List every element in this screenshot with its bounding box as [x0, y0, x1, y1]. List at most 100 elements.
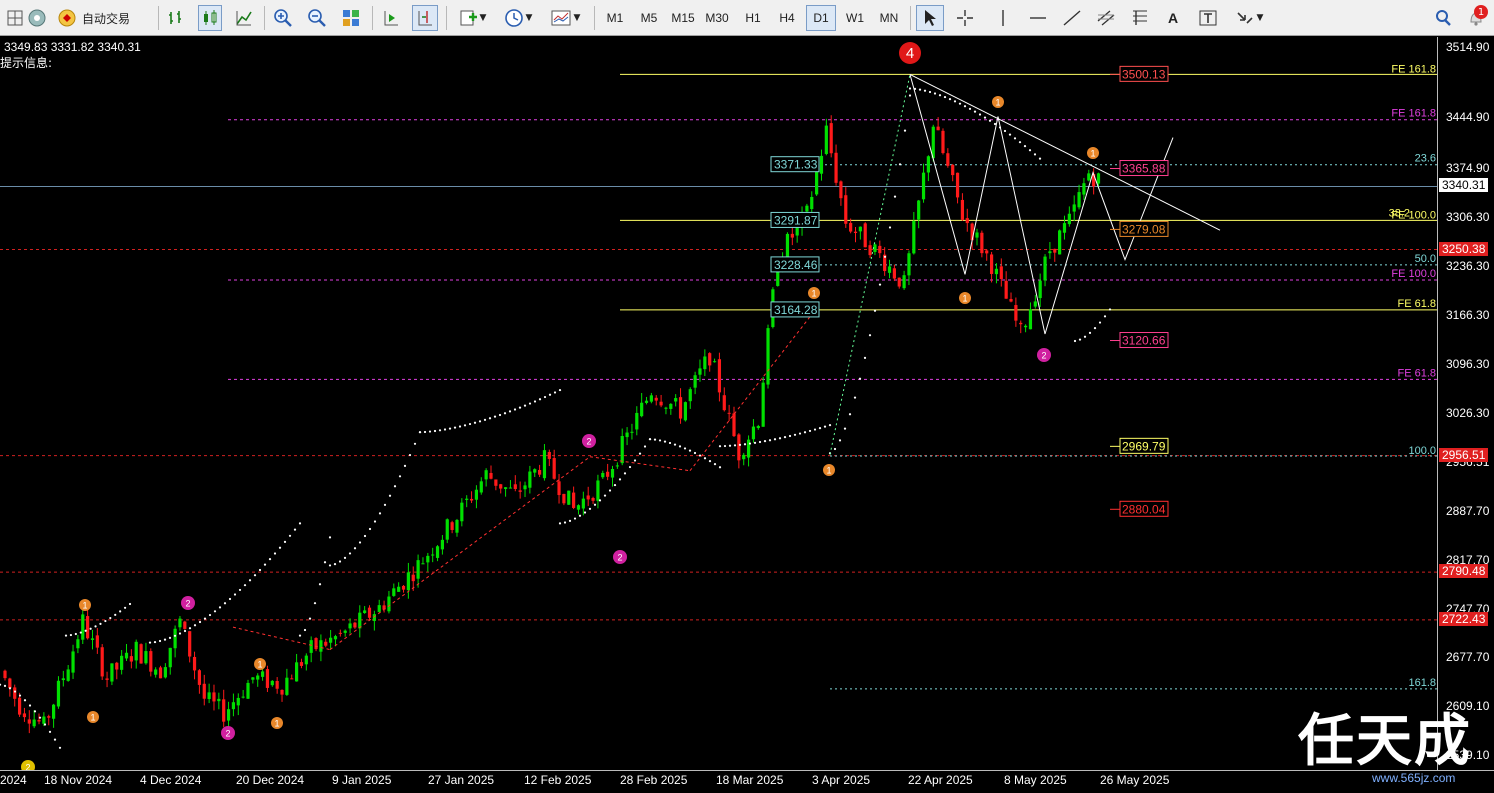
- candle-body: [445, 519, 449, 540]
- sar-dot: [583, 511, 587, 514]
- candle-body: [270, 680, 274, 686]
- candle-body: [37, 720, 41, 722]
- sar-dot: [603, 494, 607, 497]
- sar-dot: [58, 746, 62, 749]
- candle-body: [737, 434, 741, 461]
- sar-dot: [1033, 153, 1037, 156]
- candle-body: [231, 702, 236, 710]
- channel-icon[interactable]: [1092, 5, 1120, 31]
- price-chart[interactable]: 4 1 1 1 1 1 1 1 1 1 2 2 2 2 2 2 3371.33 3291.87 3228.46 316…: [0, 37, 1437, 774]
- search-icon[interactable]: [1430, 5, 1456, 31]
- periods-dropdown[interactable]: ▼: [498, 5, 538, 31]
- fibonacci-icon[interactable]: [1126, 5, 1154, 31]
- candle-body: [819, 155, 824, 174]
- sar-dot: [353, 547, 357, 550]
- timeframe-h1[interactable]: H1: [738, 5, 768, 31]
- candle-body: [358, 612, 362, 629]
- candlestick-icon[interactable]: [198, 5, 222, 31]
- candle-body: [173, 628, 177, 649]
- candle-body: [76, 639, 80, 649]
- candle-body: [955, 172, 960, 198]
- sar-dot: [728, 444, 732, 447]
- cursor-icon[interactable]: [916, 5, 944, 31]
- sar-dot: [608, 489, 612, 492]
- crosshair-icon[interactable]: [952, 5, 978, 31]
- notifications-button[interactable]: 1: [1462, 5, 1490, 31]
- candle-body: [557, 481, 561, 496]
- chart-shift-icon[interactable]: [412, 5, 438, 31]
- candle-body: [86, 616, 90, 639]
- candle-body: [192, 656, 197, 671]
- time-tick-label: 20 Dec 2024: [236, 773, 305, 787]
- wave-marker-1-label: 1: [826, 466, 831, 476]
- sar-dot: [508, 410, 512, 413]
- timeframe-m30[interactable]: M30: [702, 5, 732, 31]
- sar-dot: [768, 439, 772, 442]
- sar-dot: [393, 485, 397, 488]
- candle-body: [392, 588, 396, 596]
- sar-dot: [403, 464, 407, 467]
- sar-dot: [273, 552, 277, 555]
- candle-body: [746, 439, 751, 458]
- vertical-line-icon[interactable]: [990, 5, 1016, 31]
- candle-body: [333, 636, 338, 640]
- trendline-icon[interactable]: [1058, 5, 1086, 31]
- current-price-label: 3340.31: [1439, 178, 1489, 193]
- candle-body: [824, 125, 828, 154]
- sar-dot: [773, 438, 777, 441]
- arrows-dropdown[interactable]: ▼: [1230, 5, 1268, 31]
- templates-dropdown[interactable]: ▼: [544, 5, 586, 31]
- candle-body: [226, 709, 231, 721]
- auto-trade-button[interactable]: 自动交易: [56, 5, 148, 31]
- sar-dot: [593, 503, 597, 506]
- wave-marker-1-label: 1: [82, 601, 87, 611]
- level-box-label: 2880.04: [1122, 502, 1166, 516]
- candle-body: [406, 572, 410, 591]
- grid-icon[interactable]: [4, 5, 26, 31]
- candle-body: [921, 172, 926, 200]
- candle-body: [951, 164, 955, 176]
- text-label-icon[interactable]: [1194, 5, 1222, 31]
- candle-body: [985, 250, 989, 254]
- timeframe-h4[interactable]: H4: [772, 5, 802, 31]
- line-chart-icon[interactable]: [232, 5, 256, 31]
- candle-body: [260, 671, 265, 677]
- text-tool-button[interactable]: A: [1160, 5, 1186, 31]
- sar-dot: [1093, 326, 1097, 330]
- time-axis[interactable]: 2024 18 Nov 2024 4 Dec 2024 20 Dec 2024 9 Ja…: [0, 770, 1494, 793]
- candle-body: [615, 465, 619, 467]
- sar-dot: [148, 641, 152, 644]
- timeframe-m5[interactable]: M5: [634, 5, 664, 31]
- candle-body: [1048, 251, 1052, 254]
- candle-body: [100, 647, 104, 677]
- timeframe-d1[interactable]: D1: [806, 5, 836, 31]
- price-axis[interactable]: 3514.90 3444.90 3374.90 3306.30 3236.30 3166.…: [1437, 37, 1494, 770]
- sar-dot: [114, 613, 117, 616]
- candle-body: [586, 495, 590, 500]
- sar-dot: [119, 610, 122, 613]
- timeframe-mn[interactable]: MN: [874, 5, 904, 31]
- timeframe-w1[interactable]: W1: [840, 5, 870, 31]
- candle-body: [246, 682, 250, 699]
- timeframe-m15[interactable]: M15: [668, 5, 698, 31]
- candle-body: [367, 607, 372, 618]
- tile-windows-icon[interactable]: [338, 5, 364, 31]
- candle-body: [722, 395, 726, 411]
- trend-line: [909, 74, 1221, 231]
- candle-body: [285, 677, 289, 695]
- bar-chart-icon[interactable]: [164, 5, 188, 31]
- candle-body: [766, 328, 770, 385]
- timeframe-m1[interactable]: M1: [600, 5, 630, 31]
- candle-body: [47, 716, 51, 718]
- watermark: 任天成: [1298, 709, 1472, 774]
- candle-body: [110, 663, 114, 682]
- candle-body: [474, 489, 479, 500]
- autoscroll-icon[interactable]: [378, 5, 404, 31]
- sar-dot: [513, 408, 517, 411]
- indicators-dropdown[interactable]: ▼: [452, 5, 492, 31]
- zoom-in-icon[interactable]: [270, 5, 296, 31]
- zoom-out-icon[interactable]: [304, 5, 330, 31]
- candle-body: [858, 226, 862, 232]
- signal-icon[interactable]: [26, 5, 48, 31]
- horizontal-line-icon[interactable]: [1024, 5, 1052, 31]
